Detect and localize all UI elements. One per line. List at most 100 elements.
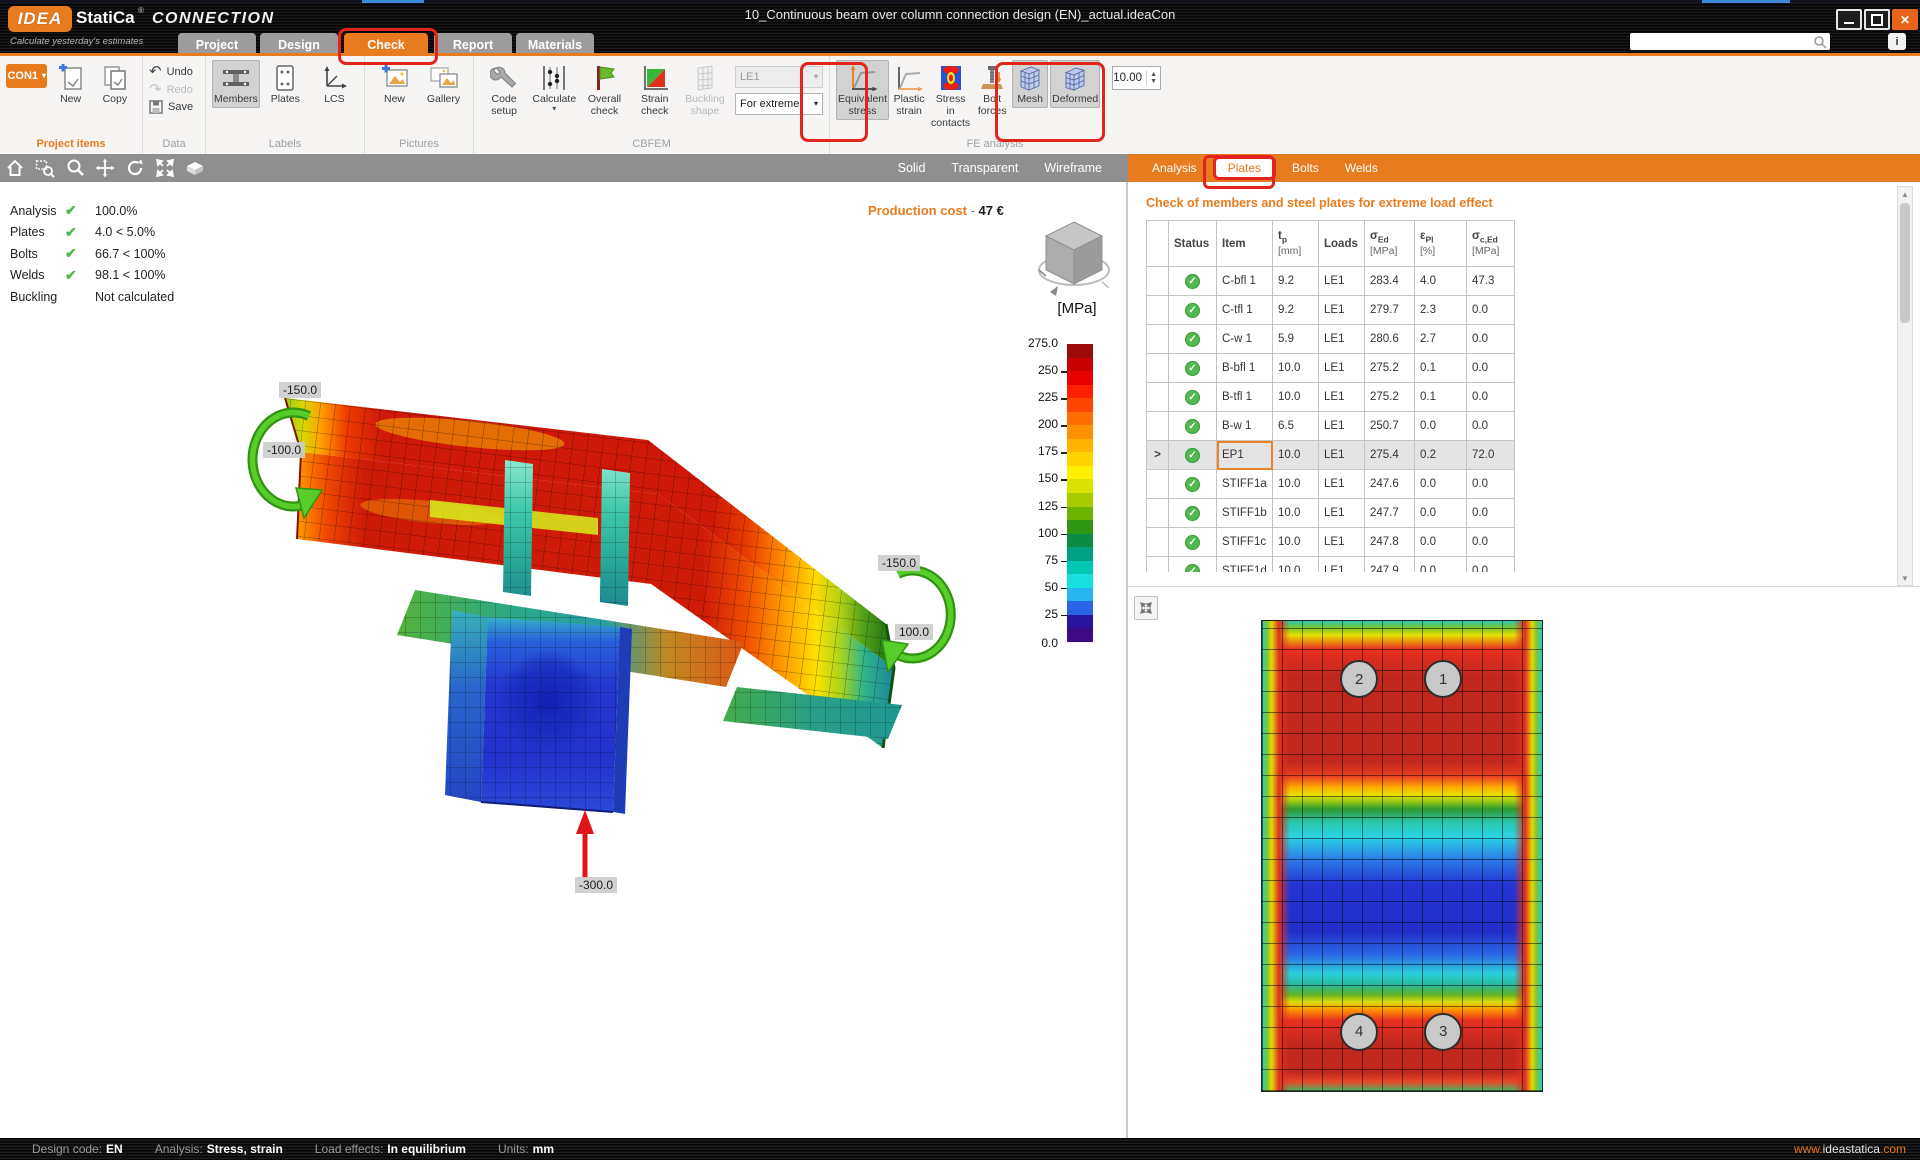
- cell-item: STIFF1c: [1217, 528, 1273, 557]
- save-button[interactable]: Save: [149, 100, 193, 114]
- extreme-filter-dropdown[interactable]: For extreme ▾: [735, 93, 823, 115]
- zoom-fit-button[interactable]: [150, 156, 180, 180]
- calculate-button[interactable]: Calculate ▾: [530, 60, 578, 116]
- navigation-cube[interactable]: [1036, 212, 1112, 298]
- table-row[interactable]: ✓STIFF1a10.0LE1247.60.00.0: [1147, 470, 1515, 499]
- status-check-icon: ✔: [65, 202, 95, 219]
- bolt-number-badge[interactable]: 3: [1424, 1013, 1462, 1051]
- spin-down-icon[interactable]: ▼: [1150, 78, 1157, 85]
- cell-item: C-tfl 1: [1217, 296, 1273, 325]
- cell-sigma-ced: 0.0: [1467, 528, 1515, 557]
- cell-sigma-ced: 72.0: [1467, 441, 1515, 470]
- column-member[interactable]: [445, 610, 632, 814]
- fe-model-scene[interactable]: [0, 182, 1128, 1138]
- legend-color-band: [1067, 479, 1093, 493]
- spin-up-icon[interactable]: ▲: [1150, 71, 1157, 78]
- copy-button[interactable]: Copy: [94, 60, 136, 108]
- panel-tab-plates[interactable]: Plates: [1213, 156, 1276, 180]
- redo-button[interactable]: ↷ Redo: [149, 82, 193, 97]
- row-expand-arrow: [1147, 383, 1169, 412]
- search-box[interactable]: [1630, 33, 1830, 50]
- overall-check-button[interactable]: Overall check: [580, 60, 628, 120]
- gallery-button[interactable]: Gallery: [420, 60, 467, 108]
- cell-eps-pl: 4.0: [1415, 267, 1467, 296]
- table-row[interactable]: ✓B-tfl 110.0LE1275.20.10.0: [1147, 383, 1515, 412]
- cell-item: STIFF1a: [1217, 470, 1273, 499]
- row-status: ✓: [1169, 499, 1217, 528]
- column-header: Loads: [1319, 221, 1365, 267]
- picture-new-button[interactable]: New: [371, 60, 418, 108]
- zoom-window-button[interactable]: [30, 156, 60, 180]
- panel-tab-analysis[interactable]: Analysis: [1142, 157, 1207, 179]
- pan-button[interactable]: [90, 156, 120, 180]
- table-row[interactable]: ✓STIFF1c10.0LE1247.80.00.0: [1147, 528, 1515, 557]
- search-input[interactable]: [1634, 34, 1813, 49]
- close-button[interactable]: ✕: [1892, 9, 1918, 30]
- table-row[interactable]: ✓STIFF1b10.0LE1247.70.00.0: [1147, 499, 1515, 528]
- idea-logo: IDEA: [8, 6, 72, 32]
- table-row[interactable]: ✓C-w 15.9LE1280.62.70.0: [1147, 325, 1515, 354]
- detail-expand-button[interactable]: [1134, 596, 1158, 620]
- info-button[interactable]: i: [1888, 33, 1906, 50]
- undo-button[interactable]: ↶ Undo: [149, 64, 193, 79]
- view-mode-transparent[interactable]: Transparent: [951, 161, 1018, 175]
- minimize-button[interactable]: [1836, 9, 1862, 30]
- bolt-number-badge[interactable]: 4: [1340, 1013, 1378, 1051]
- zoom-button[interactable]: [60, 156, 90, 180]
- code-setup-button[interactable]: Code setup: [480, 60, 528, 120]
- status-value: 66.7 < 100%: [95, 247, 166, 261]
- plates-toggle[interactable]: Plates: [262, 60, 309, 108]
- maximize-button[interactable]: [1864, 9, 1890, 30]
- plastic-strain-toggle[interactable]: Plastic strain: [891, 60, 927, 120]
- mesh-toggle[interactable]: Mesh: [1012, 60, 1048, 108]
- new-project-button[interactable]: New: [49, 60, 91, 108]
- panel-tab-welds[interactable]: Welds: [1335, 157, 1388, 179]
- members-toggle[interactable]: Members: [212, 60, 260, 108]
- cell-tp: 5.9: [1273, 325, 1319, 354]
- box-3d-icon: [184, 158, 206, 178]
- pan-arrows-icon: [95, 158, 115, 178]
- view-mode-wireframe[interactable]: Wireframe: [1044, 161, 1102, 175]
- scrollbar-thumb[interactable]: [1900, 203, 1910, 323]
- table-row[interactable]: ✓STIFF1d10.0LE1247.90.00.0: [1147, 557, 1515, 573]
- statica-logo-text: StatiCa: [76, 8, 135, 28]
- stress-in-contacts-toggle[interactable]: Stress in contacts: [929, 60, 972, 132]
- buckling-shape-button[interactable]: Buckling shape: [681, 60, 729, 120]
- check-ok-icon: ✓: [1185, 448, 1200, 463]
- lcs-toggle[interactable]: LCS: [311, 60, 358, 108]
- table-row[interactable]: ✓C-bfl 19.2LE1283.44.047.3: [1147, 267, 1515, 296]
- bolt-number-badge[interactable]: 1: [1424, 660, 1462, 698]
- rotate-view-button[interactable]: [120, 156, 150, 180]
- bolt-forces-toggle[interactable]: Bolt forces: [974, 60, 1010, 120]
- column-header: σc,Ed[MPa]: [1467, 221, 1515, 267]
- load-effect-dropdown[interactable]: LE1 ▾: [735, 66, 823, 88]
- scrollbar-up-icon[interactable]: ▲: [1898, 187, 1912, 201]
- table-row[interactable]: ✓C-tfl 19.2LE1279.72.30.0: [1147, 296, 1515, 325]
- equivalent-stress-toggle[interactable]: Equivalent stress: [836, 60, 889, 120]
- con1-dropdown[interactable]: CON1▾: [6, 64, 47, 88]
- statusbar-units: Units:mm: [498, 1142, 554, 1156]
- plate-detail-view[interactable]: 2 1 4 3: [1261, 620, 1543, 1092]
- cell-sigma-ed: 280.6: [1365, 325, 1415, 354]
- table-row[interactable]: ✓B-w 16.5LE1250.70.00.0: [1147, 412, 1515, 441]
- contact-stress-icon: [935, 63, 967, 93]
- table-row[interactable]: ✓B-bfl 110.0LE1275.20.10.0: [1147, 354, 1515, 383]
- status-check-icon: ✔: [65, 267, 95, 284]
- row-status: ✓: [1169, 412, 1217, 441]
- column-header: Item: [1217, 221, 1273, 267]
- table-row[interactable]: >✓EP110.0LE1275.40.272.0: [1147, 441, 1515, 470]
- clipping-box-button[interactable]: [180, 156, 210, 180]
- strain-check-button[interactable]: Strain check: [631, 60, 679, 120]
- group-label-project-items: Project items: [0, 138, 142, 154]
- buckling-shape-icon: [689, 63, 721, 93]
- panel-tab-bolts[interactable]: Bolts: [1282, 157, 1329, 179]
- deformed-toggle[interactable]: Deformed: [1050, 60, 1100, 108]
- table-scrollbar[interactable]: ▲ ▼: [1897, 186, 1913, 586]
- gallery-icon: [428, 63, 460, 93]
- deformation-scale-spinner[interactable]: 10.00 ▲ ▼: [1112, 66, 1161, 90]
- bolt-number-badge[interactable]: 2: [1340, 660, 1378, 698]
- scrollbar-down-icon[interactable]: ▼: [1898, 571, 1912, 585]
- website-link[interactable]: www.ideastatica.com: [1794, 1142, 1906, 1156]
- home-view-button[interactable]: [0, 156, 30, 180]
- view-mode-solid[interactable]: Solid: [898, 161, 926, 175]
